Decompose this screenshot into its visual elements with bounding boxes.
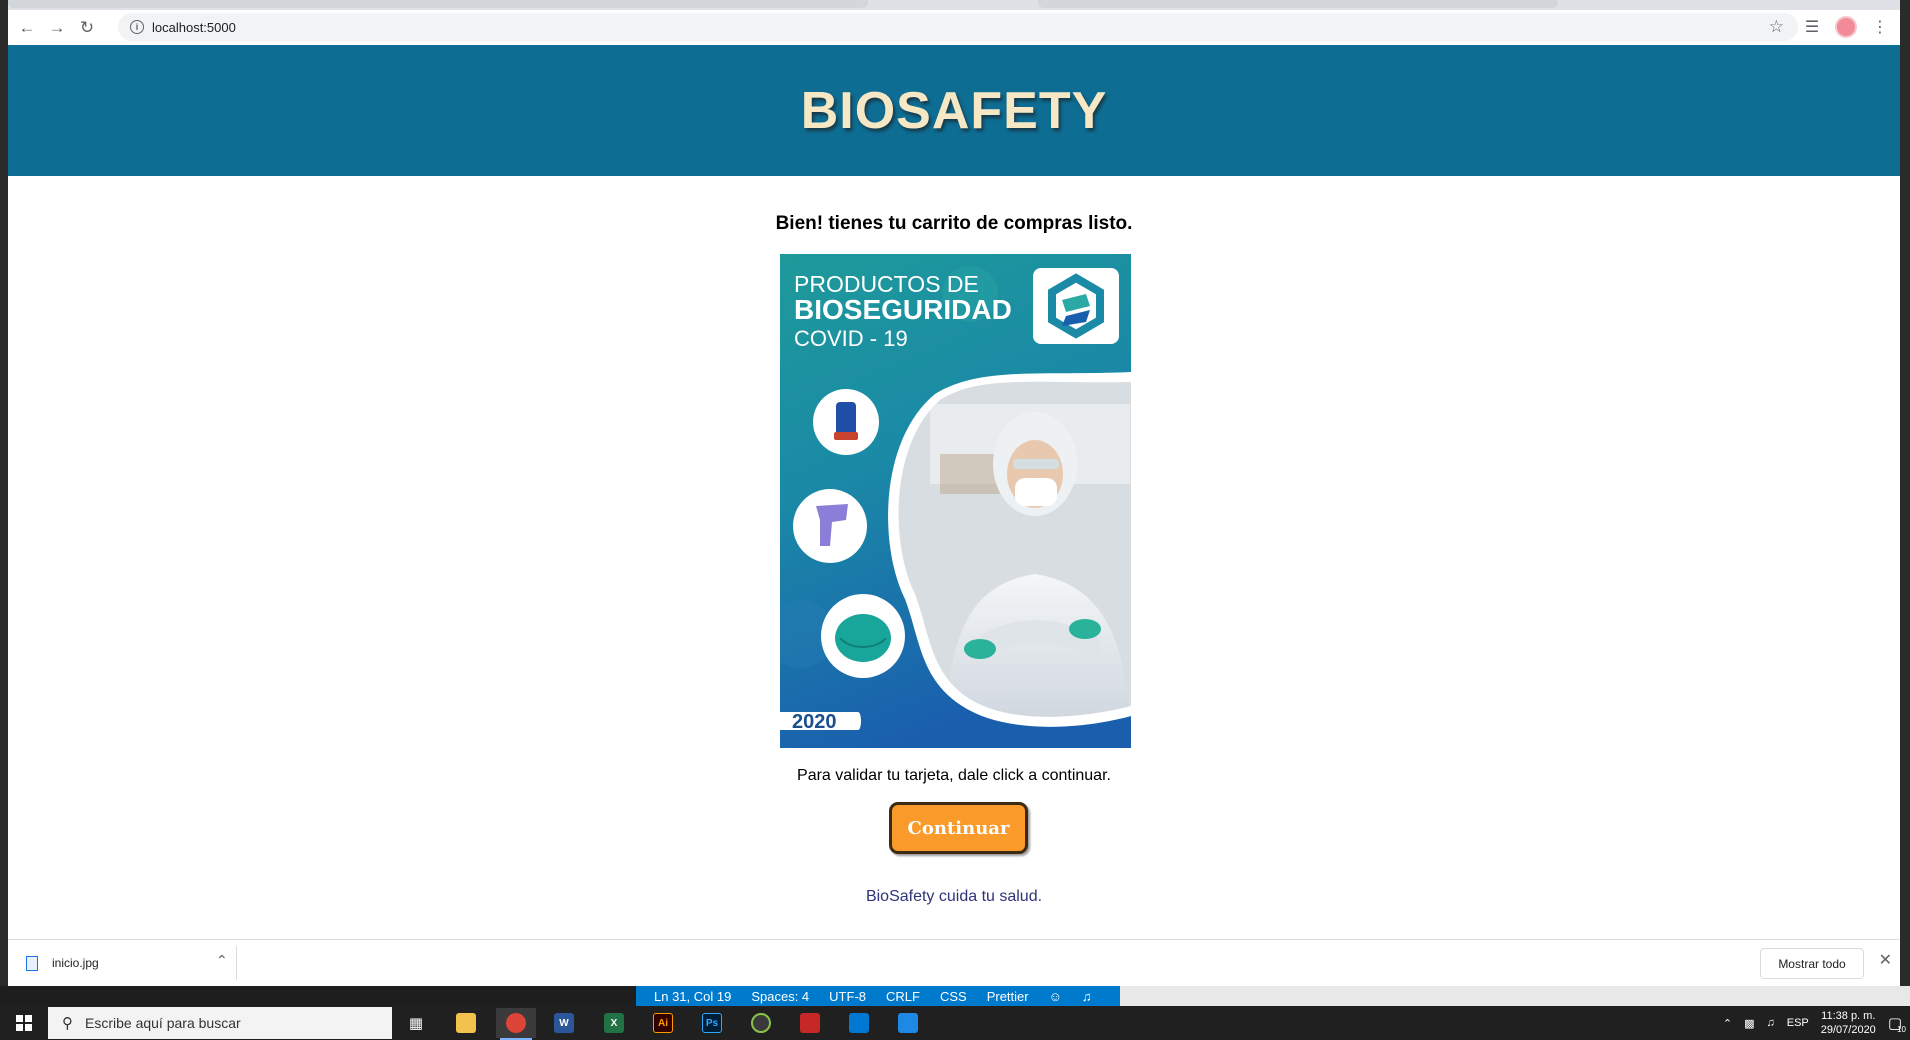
media-controls-icon[interactable]: ☰ <box>1800 13 1824 41</box>
task-view-button[interactable]: ▦ <box>396 1008 436 1038</box>
image-file-icon <box>26 955 38 971</box>
photoshop-icon: Ps <box>702 1013 722 1033</box>
line-ending[interactable]: CRLF <box>886 989 920 1004</box>
taskbar-app-green[interactable] <box>741 1008 781 1038</box>
windows-taskbar: ⚲ Escribe aquí para buscar ▦ W X Ai Ps ⌃… <box>0 1006 1910 1040</box>
notifications-button[interactable]: ▢ 10 <box>1888 1014 1906 1034</box>
poster-line-3: COVID - 19 <box>794 326 908 351</box>
start-button[interactable] <box>0 1006 48 1040</box>
taskbar-app-red[interactable] <box>790 1008 830 1038</box>
forward-button[interactable]: → <box>42 13 72 43</box>
taskbar-excel[interactable]: X <box>594 1008 634 1038</box>
chevron-up-icon[interactable]: ⌃ <box>216 952 228 969</box>
file-encoding[interactable]: UTF-8 <box>829 989 866 1004</box>
language-mode[interactable]: CSS <box>940 989 967 1004</box>
app-icon <box>800 1013 820 1033</box>
reload-icon: ↻ <box>79 17 95 37</box>
footer-slogan: BioSafety cuida tu salud. <box>865 888 1043 905</box>
notification-count: 10 <box>1897 1025 1906 1034</box>
profile-button[interactable] <box>1834 13 1858 41</box>
info-icon[interactable]: i <box>130 20 144 34</box>
feedback-icon[interactable]: ☺ <box>1049 989 1062 1004</box>
background-editor-strip <box>0 986 636 1006</box>
arrow-right-icon: → <box>48 17 66 37</box>
menu-kebab-icon[interactable]: ⋮ <box>1868 13 1892 41</box>
close-icon[interactable]: ✕ <box>1879 950 1892 970</box>
network-icon[interactable]: ▩ <box>1744 1017 1754 1030</box>
taskbar-photoshop[interactable]: Ps <box>692 1008 732 1038</box>
arrow-left-icon: ← <box>18 17 36 37</box>
chrome-icon <box>506 1013 526 1033</box>
back-button[interactable]: ← <box>12 13 42 43</box>
excel-icon: X <box>604 1013 624 1033</box>
word-icon: W <box>554 1013 574 1033</box>
avatar <box>1835 16 1857 38</box>
search-placeholder[interactable]: Escribe aquí para buscar <box>85 1015 241 1031</box>
search-icon: ⚲ <box>62 1015 73 1032</box>
download-file-name[interactable]: inicio.jpg <box>52 956 99 970</box>
chevron-up-icon[interactable]: ⌃ <box>1723 1017 1732 1030</box>
download-bar: inicio.jpg ⌃ Mostrar todo ✕ <box>8 939 1900 986</box>
system-tray: ⌃ ▩ ♫ ESP 11:38 p. m. 29/07/2020 ▢ 10 <box>1723 1006 1910 1040</box>
reload-button[interactable]: ↻ <box>72 13 102 43</box>
photos-icon <box>898 1013 918 1033</box>
show-all-downloads-button[interactable]: Mostrar todo <box>1760 948 1864 979</box>
cart-ready-message: Bien! tienes tu carrito de compras listo… <box>775 213 1133 234</box>
url-text[interactable]: localhost:5000 <box>152 20 236 35</box>
taskbar-vscode[interactable] <box>839 1008 879 1038</box>
task-view-icon: ▦ <box>408 1015 424 1032</box>
tab-inactive[interactable] <box>8 0 868 8</box>
bookmark-star-icon[interactable]: ☆ <box>1769 17 1784 37</box>
taskbar-search[interactable]: ⚲ Escribe aquí para buscar <box>48 1007 392 1039</box>
volume-icon[interactable]: ♫ <box>1766 1017 1774 1029</box>
site-title: BIOSAFETY <box>800 81 1108 140</box>
screen: ← → ↻ i localhost:5000 ☆ ☰ ⋮ BIOSAFETY B… <box>0 0 1910 1040</box>
download-divider <box>236 946 237 980</box>
vscode-icon <box>849 1013 869 1033</box>
clock-date: 29/07/2020 <box>1820 1024 1876 1036</box>
taskbar-word[interactable]: W <box>544 1008 584 1038</box>
poster-line-2: BIOSEGURIDAD <box>794 294 1012 325</box>
clock-time: 11:38 p. m. <box>1821 1010 1876 1022</box>
web-page: BIOSAFETY Bien! tienes tu carrito de com… <box>8 45 1900 939</box>
tab-strip <box>8 0 1900 10</box>
taskbar-photos[interactable] <box>888 1008 928 1038</box>
app-icon <box>751 1013 771 1033</box>
clock[interactable]: 11:38 p. m. 29/07/2020 <box>1821 1009 1876 1037</box>
taskbar-file-explorer[interactable] <box>446 1008 486 1038</box>
illustrator-icon: Ai <box>653 1013 673 1033</box>
background-window-strip <box>1120 986 1910 1006</box>
poster-year: 2020 <box>792 711 837 733</box>
cursor-position[interactable]: Ln 31, Col 19 <box>654 989 731 1004</box>
address-bar[interactable]: i localhost:5000 ☆ <box>118 13 1798 41</box>
continue-button[interactable]: Continuar <box>889 802 1028 854</box>
site-header: BIOSAFETY <box>8 45 1900 176</box>
download-item[interactable]: inicio.jpg ⌃ <box>26 948 228 978</box>
input-language[interactable]: ESP <box>1787 1017 1809 1029</box>
validate-card-message: Para validar tu tarjeta, dale click a co… <box>797 767 1111 784</box>
bell-icon[interactable]: ♫ <box>1082 989 1092 1004</box>
browser-right-tools: ☰ ⋮ <box>1800 13 1892 41</box>
folder-icon <box>456 1013 476 1033</box>
formatter-status[interactable]: Prettier <box>987 989 1029 1004</box>
indentation-setting[interactable]: Spaces: 4 <box>751 989 809 1004</box>
vscode-status-bar: Ln 31, Col 19 Spaces: 4 UTF-8 CRLF CSS P… <box>636 986 1120 1006</box>
windows-logo-icon <box>16 1015 32 1031</box>
taskbar-chrome[interactable] <box>496 1008 536 1040</box>
promo-poster-image: PRODUCTOS DE BIOSEGURIDAD COVID - 19 202… <box>780 254 1131 748</box>
tab-inactive[interactable] <box>1038 0 1558 8</box>
browser-toolbar: ← → ↻ i localhost:5000 ☆ ☰ ⋮ <box>8 10 1900 45</box>
taskbar-illustrator[interactable]: Ai <box>643 1008 683 1038</box>
browser-window: ← → ↻ i localhost:5000 ☆ ☰ ⋮ BIOSAFETY B… <box>8 0 1900 986</box>
